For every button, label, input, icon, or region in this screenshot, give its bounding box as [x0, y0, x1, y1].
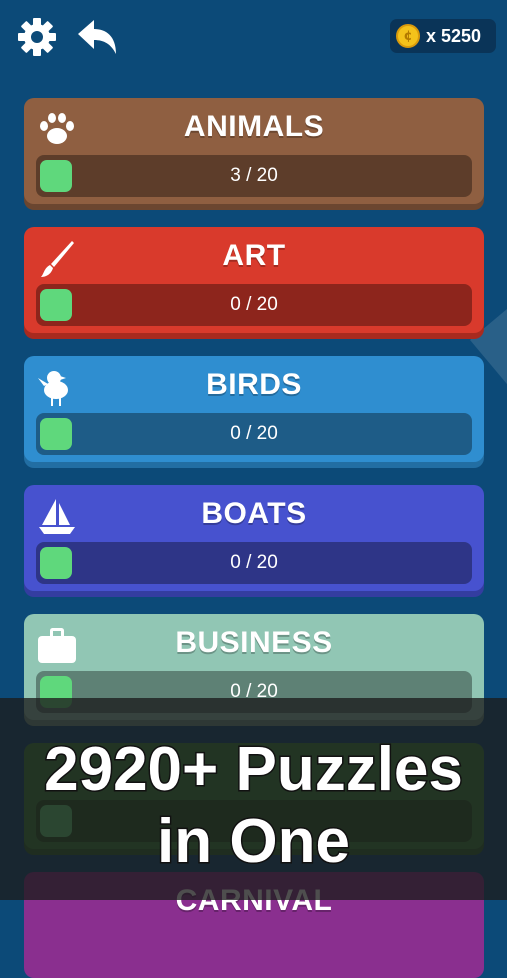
progress-bar: 3 / 20 [36, 155, 472, 197]
category-card-art[interactable]: ART 0 / 20 [24, 227, 484, 333]
progress-text: 3 / 20 [230, 165, 278, 186]
progress-bar: 0 / 20 [36, 542, 472, 584]
progress-text: 0 / 20 [230, 552, 278, 573]
promo-headline: 2920+ Puzzles [43, 735, 465, 804]
category-title: ART [222, 239, 286, 272]
category-title: BIRDS [206, 368, 302, 401]
settings-gear-icon[interactable] [16, 16, 58, 58]
progress-bar: 0 / 20 [36, 284, 472, 326]
category-card-birds[interactable]: BIRDS 0 / 20 [24, 356, 484, 462]
back-arrow-icon[interactable] [74, 16, 120, 58]
coin-count: x 5250 [426, 25, 482, 46]
category-card-animals[interactable]: ANIMALS 3 / 20 [24, 98, 484, 204]
progress-text: 0 / 20 [230, 423, 278, 444]
promo-banner: 2920+ Puzzles in One [0, 698, 507, 900]
category-card-boats[interactable]: BOATS 0 / 20 [24, 485, 484, 591]
category-title: BOATS [201, 497, 307, 530]
coin-balance: ¢ x 5250 [390, 19, 496, 53]
top-bar: ¢ x 5250 [0, 0, 507, 80]
promo-subline: in One [156, 807, 352, 876]
coin-icon: ¢ [396, 24, 420, 48]
category-title: ANIMALS [183, 110, 325, 143]
progress-bar: 0 / 20 [36, 413, 472, 455]
category-title: BUSINESS [175, 626, 333, 659]
progress-text: 0 / 20 [230, 294, 278, 315]
